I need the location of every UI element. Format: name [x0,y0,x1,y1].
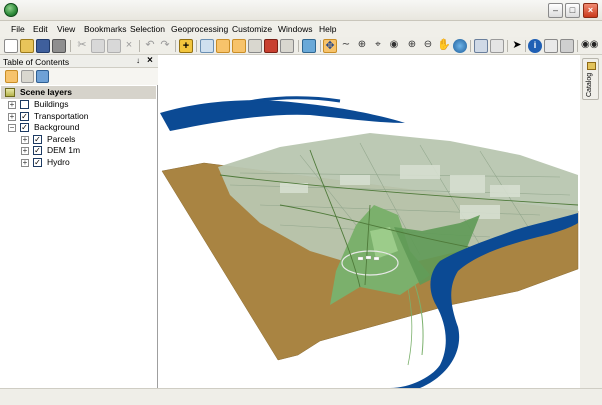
model-builder-icon[interactable] [302,39,316,53]
html-popup-icon[interactable] [544,39,558,53]
menu-file[interactable]: File [11,24,25,34]
layer-label: Parcels [47,134,76,144]
menu-customize[interactable]: Customize [232,24,272,34]
layer-visibility-checkbox[interactable]: ✓ [33,158,42,167]
print-icon[interactable] [52,39,66,53]
fly-icon[interactable]: ∼ [339,39,353,53]
arctoolbox-icon[interactable] [264,39,278,53]
layer-row-hydro[interactable]: + ✓ Hydro [0,157,158,169]
close-button[interactable]: × [583,3,598,18]
menu-edit[interactable]: Edit [33,24,48,34]
menu-help[interactable]: Help [319,24,336,34]
catalog-tab-label: Catalog [586,72,593,97]
scene-layers-row[interactable]: Scene layers [1,86,156,99]
layer-visibility-checkbox[interactable]: ✓ [20,123,29,132]
expand-icon[interactable]: + [21,159,29,167]
scene-layers-icon [5,88,15,97]
layer-visibility-checkbox[interactable] [20,100,29,109]
open-folder-icon[interactable] [20,39,34,53]
new-document-icon[interactable] [4,39,18,53]
table-of-contents-panel: Table of Contents ↓ × Scene layers + Bui… [0,55,158,388]
standard-toolbar: ✂ × ↶ ↷ + ✥ ∼ ⊕ ⌖ ◉ ⊕ ⊖ ✋ ➤ i ◉◉ [0,37,602,55]
status-bar [0,388,602,405]
select-elements-icon[interactable]: ➤ [510,39,524,53]
center-on-target-icon[interactable]: ◉ [387,39,401,53]
undo-icon[interactable]: ↶ [143,39,157,53]
measure-icon[interactable] [560,39,574,53]
layer-row-buildings[interactable]: + Buildings [0,99,158,111]
python-window-icon[interactable] [280,39,294,53]
search-window-icon[interactable] [248,39,262,53]
scene-properties-icon[interactable] [200,39,214,53]
layer-row-background[interactable]: − ✓ Background [0,122,158,134]
expand-icon[interactable]: + [8,113,16,121]
scene-layers-label: Scene layers [20,87,72,97]
list-by-drawing-order-icon[interactable] [5,70,18,83]
expand-icon[interactable]: + [8,101,16,109]
toc-window-icon[interactable] [216,39,230,53]
catalog-icon [587,62,596,70]
clear-selection-icon[interactable] [490,39,504,53]
expand-icon[interactable]: + [21,147,29,155]
layer-row-dem-1m[interactable]: + ✓ DEM 1m [0,145,158,157]
layer-label: DEM 1m [47,145,81,155]
menu-selection[interactable]: Selection [130,24,165,34]
cut-icon[interactable]: ✂ [75,39,89,53]
toc-toolbar [0,68,158,85]
list-by-source-icon[interactable] [21,70,34,83]
3d-scene-view[interactable] [160,55,580,388]
paste-icon[interactable] [107,39,121,53]
toc-title: Table of Contents [3,57,70,67]
layer-label: Transportation [34,111,89,121]
layer-label: Hydro [47,157,70,167]
find-binoculars-icon[interactable]: ◉◉ [581,39,598,53]
catalog-dock-tab[interactable]: Catalog [582,58,599,100]
target-icon[interactable]: ⊕ [355,39,369,53]
zoom-to-target-icon[interactable]: ⌖ [371,39,385,53]
scene-render [160,96,579,388]
minimize-button[interactable]: – [548,3,563,18]
menu-bar: File Edit View Bookmarks Selection Geopr… [0,21,602,37]
full-extent-icon[interactable] [453,39,467,53]
redo-icon[interactable]: ↷ [158,39,172,53]
layer-visibility-checkbox[interactable]: ✓ [33,146,42,155]
toc-header: Table of Contents ↓ × [0,55,158,68]
menu-view[interactable]: View [57,24,75,34]
layer-label: Buildings [34,99,69,109]
copy-icon[interactable] [91,39,105,53]
zoom-in-icon[interactable]: ⊕ [405,39,419,53]
select-features-icon[interactable] [474,39,488,53]
menu-windows[interactable]: Windows [278,24,312,34]
collapse-icon[interactable]: − [8,124,16,132]
list-by-visibility-icon[interactable] [36,70,49,83]
layer-visibility-checkbox[interactable]: ✓ [33,135,42,144]
catalog-window-icon[interactable] [232,39,246,53]
toc-auto-hide-pin-icon[interactable]: ↓ [136,56,140,65]
title-bar: – □ × [0,0,602,21]
expand-icon[interactable]: + [21,136,29,144]
toc-close-icon[interactable]: × [147,55,153,66]
menu-geoprocessing[interactable]: Geoprocessing [171,24,228,34]
pan-icon[interactable]: ✋ [437,39,451,53]
zoom-out-icon[interactable]: ⊖ [421,39,435,53]
menu-bookmarks[interactable]: Bookmarks [84,24,127,34]
maximize-button[interactable]: □ [565,3,580,18]
layer-label: Background [34,122,80,132]
navigate-icon[interactable]: ✥ [323,39,337,53]
arcscene-globe-icon [4,3,18,17]
delete-icon[interactable]: × [122,39,136,53]
save-icon[interactable] [36,39,50,53]
add-data-icon[interactable]: + [179,39,193,53]
identify-icon[interactable]: i [528,39,542,53]
layer-visibility-checkbox[interactable]: ✓ [20,112,29,121]
right-dock-strip [580,55,602,388]
